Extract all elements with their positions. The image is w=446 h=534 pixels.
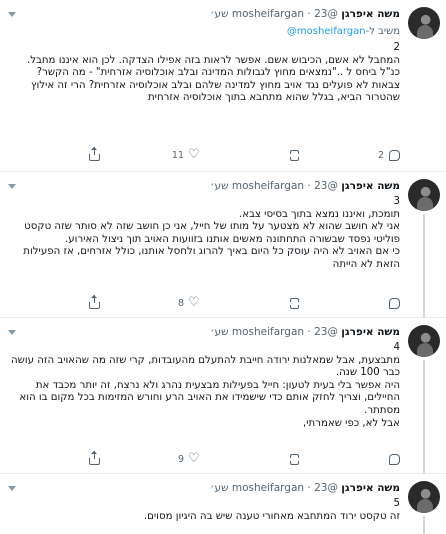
like-button[interactable]: 11 xyxy=(171,147,200,162)
tweet-2[interactable]: משה איפרגן @mosheifargan · 23 שע׳ משיב ל… xyxy=(0,0,446,172)
chevron-down-icon[interactable] xyxy=(8,330,16,335)
chevron-down-icon[interactable] xyxy=(8,12,16,17)
thread-line xyxy=(423,516,425,534)
share-icon xyxy=(89,295,100,309)
thread-line xyxy=(423,360,425,474)
heart-icon xyxy=(188,147,200,162)
tweet-4[interactable]: משה איפרגן @mosheifargan · 23 שע׳ 4 מתבצ… xyxy=(0,318,446,474)
author-avatar[interactable] xyxy=(408,325,440,357)
share-button[interactable] xyxy=(89,451,100,465)
replying-to: משיב ל-mosheifargan@ xyxy=(287,26,400,37)
replying-prefix: משיב ל- xyxy=(365,26,400,37)
separator-dot: · xyxy=(307,180,311,192)
like-button[interactable]: 9 xyxy=(177,451,200,466)
tweet-header: משה איפרגן @mosheifargan · 23 שע׳ xyxy=(10,326,400,340)
like-count: 11 xyxy=(171,150,184,161)
retweet-button[interactable] xyxy=(284,298,300,309)
share-button[interactable] xyxy=(89,295,100,309)
tweet-text: 5 זה טקסט ירוד המתחבא מאחורי טענה שיש בה… xyxy=(143,498,400,522)
tweet-actions: 9 xyxy=(10,451,400,468)
author-avatar[interactable] xyxy=(408,7,440,39)
retweet-icon xyxy=(289,454,300,465)
chevron-down-icon[interactable] xyxy=(8,184,16,189)
share-icon xyxy=(89,451,100,465)
tweet-actions: 8 xyxy=(10,295,400,312)
author-name[interactable]: משה איפרגן xyxy=(341,482,400,494)
reply-icon xyxy=(389,298,400,309)
like-button[interactable]: 8 xyxy=(177,295,200,310)
separator-dot: · xyxy=(307,482,311,494)
author-name[interactable]: משה איפרגן xyxy=(341,8,400,20)
retweet-button[interactable] xyxy=(284,454,300,465)
reply-button[interactable] xyxy=(384,298,400,309)
heart-icon xyxy=(188,451,200,466)
tweet-text: 4 מתבצעת, אבל שמאלנות ירודה חייבת להתעלם… xyxy=(11,342,400,429)
share-button[interactable] xyxy=(89,147,100,161)
retweet-icon xyxy=(289,298,300,309)
tweet-5[interactable]: משה איפרגן @mosheifargan · 23 שע׳ 5 זה ט… xyxy=(0,474,446,534)
author-name[interactable]: משה איפרגן xyxy=(341,326,400,338)
share-icon xyxy=(89,147,100,161)
like-count: 8 xyxy=(177,298,184,309)
like-count: 9 xyxy=(177,454,184,465)
replying-mention-link[interactable]: mosheifargan@ xyxy=(287,26,366,37)
author-avatar[interactable] xyxy=(408,179,440,211)
reply-button[interactable] xyxy=(384,454,400,465)
thread-line xyxy=(423,214,425,318)
retweet-button[interactable] xyxy=(284,150,300,161)
tweet-3[interactable]: משה איפרגן @mosheifargan · 23 שע׳ 3 תומכ… xyxy=(0,172,446,318)
chevron-down-icon[interactable] xyxy=(8,486,16,491)
separator-dot: · xyxy=(307,8,311,20)
reply-icon xyxy=(389,454,400,465)
tweet-header: משה איפרגן @mosheifargan · 23 שע׳ xyxy=(10,180,400,194)
separator-dot: · xyxy=(307,326,311,338)
tweet-header: משה איפרגן @mosheifargan · 23 שע׳ xyxy=(10,482,400,496)
retweet-icon xyxy=(289,150,300,161)
tweet-actions: 2 11 xyxy=(10,147,400,164)
tweet-header: משה איפרגן @mosheifargan · 23 שע׳ xyxy=(10,8,400,22)
author-avatar[interactable] xyxy=(408,481,440,513)
reply-count: 2 xyxy=(377,150,384,161)
reply-icon xyxy=(389,150,400,161)
tweet-text: 3 תומכת, ואיננו נמצא בתוך בסיסי צבא. אני… xyxy=(23,196,400,270)
author-name[interactable]: משה איפרגן xyxy=(341,180,400,192)
tweet-text: 2 המחבל לא אשם, הכיבוש אשם. אפשר לראות ב… xyxy=(26,42,400,104)
heart-icon xyxy=(188,295,200,310)
reply-button[interactable]: 2 xyxy=(378,150,400,161)
